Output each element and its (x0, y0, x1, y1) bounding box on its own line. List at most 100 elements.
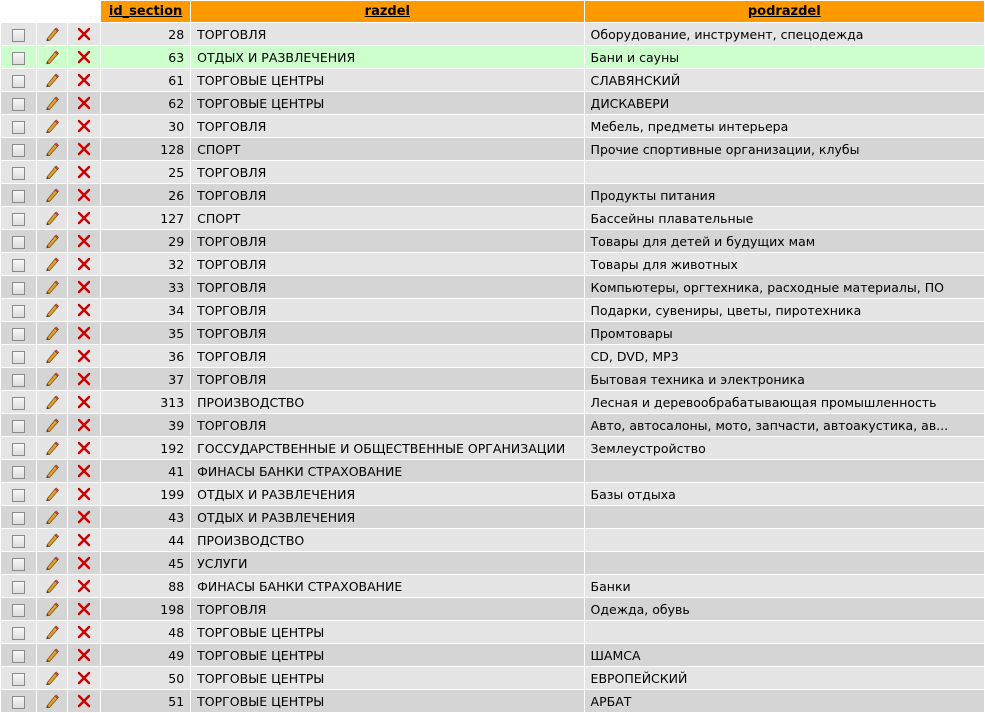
pencil-icon[interactable] (44, 394, 60, 410)
row-select-cell[interactable] (1, 529, 37, 551)
row-checkbox[interactable] (12, 281, 26, 295)
delete-x-icon[interactable] (76, 463, 92, 479)
delete-x-icon[interactable] (76, 26, 92, 42)
sort-link-id-section[interactable]: id_section (109, 4, 182, 19)
row-delete-cell[interactable] (68, 184, 101, 206)
row-select-cell[interactable] (1, 414, 37, 436)
row-delete-cell[interactable] (68, 552, 101, 574)
row-select-cell[interactable] (1, 368, 37, 390)
row-checkbox[interactable] (12, 304, 26, 318)
row-checkbox[interactable] (12, 511, 26, 525)
pencil-icon[interactable] (44, 670, 60, 686)
row-delete-cell[interactable] (68, 276, 101, 298)
row-delete-cell[interactable] (68, 368, 101, 390)
row-select-cell[interactable] (1, 621, 37, 643)
delete-x-icon[interactable] (76, 394, 92, 410)
delete-x-icon[interactable] (76, 624, 92, 640)
delete-x-icon[interactable] (76, 509, 92, 525)
delete-x-icon[interactable] (76, 187, 92, 203)
pencil-icon[interactable] (44, 348, 60, 364)
row-checkbox[interactable] (12, 212, 26, 226)
pencil-icon[interactable] (44, 95, 60, 111)
row-select-cell[interactable] (1, 644, 37, 666)
row-delete-cell[interactable] (68, 483, 101, 505)
row-delete-cell[interactable] (68, 598, 101, 620)
delete-x-icon[interactable] (76, 417, 92, 433)
row-edit-cell[interactable] (37, 46, 68, 68)
delete-x-icon[interactable] (76, 279, 92, 295)
pencil-icon[interactable] (44, 118, 60, 134)
row-delete-cell[interactable] (68, 161, 101, 183)
row-checkbox[interactable] (12, 120, 26, 134)
row-checkbox[interactable] (12, 488, 26, 502)
row-edit-cell[interactable] (37, 391, 68, 413)
row-edit-cell[interactable] (37, 253, 68, 275)
row-checkbox[interactable] (12, 672, 26, 686)
row-delete-cell[interactable] (68, 207, 101, 229)
row-select-cell[interactable] (1, 460, 37, 482)
row-delete-cell[interactable] (68, 621, 101, 643)
row-delete-cell[interactable] (68, 667, 101, 689)
row-edit-cell[interactable] (37, 575, 68, 597)
delete-x-icon[interactable] (76, 164, 92, 180)
column-header-id-section[interactable]: id_section (101, 1, 191, 22)
delete-x-icon[interactable] (76, 693, 92, 709)
row-select-cell[interactable] (1, 46, 37, 68)
row-delete-cell[interactable] (68, 690, 101, 712)
row-checkbox[interactable] (12, 396, 26, 410)
row-select-cell[interactable] (1, 506, 37, 528)
pencil-icon[interactable] (44, 371, 60, 387)
row-checkbox[interactable] (12, 51, 26, 65)
row-checkbox[interactable] (12, 442, 26, 456)
row-checkbox[interactable] (12, 235, 26, 249)
delete-x-icon[interactable] (76, 348, 92, 364)
row-checkbox[interactable] (12, 649, 26, 663)
delete-x-icon[interactable] (76, 578, 92, 594)
pencil-icon[interactable] (44, 509, 60, 525)
row-checkbox[interactable] (12, 695, 26, 709)
delete-x-icon[interactable] (76, 302, 92, 318)
row-checkbox[interactable] (12, 557, 26, 571)
row-delete-cell[interactable] (68, 23, 101, 45)
delete-x-icon[interactable] (76, 118, 92, 134)
delete-x-icon[interactable] (76, 233, 92, 249)
delete-x-icon[interactable] (76, 325, 92, 341)
row-delete-cell[interactable] (68, 69, 101, 91)
row-delete-cell[interactable] (68, 115, 101, 137)
row-select-cell[interactable] (1, 253, 37, 275)
row-select-cell[interactable] (1, 69, 37, 91)
pencil-icon[interactable] (44, 601, 60, 617)
pencil-icon[interactable] (44, 164, 60, 180)
row-delete-cell[interactable] (68, 644, 101, 666)
row-delete-cell[interactable] (68, 391, 101, 413)
row-select-cell[interactable] (1, 391, 37, 413)
pencil-icon[interactable] (44, 26, 60, 42)
row-delete-cell[interactable] (68, 322, 101, 344)
row-select-cell[interactable] (1, 276, 37, 298)
row-edit-cell[interactable] (37, 207, 68, 229)
row-edit-cell[interactable] (37, 345, 68, 367)
row-select-cell[interactable] (1, 345, 37, 367)
column-header-razdel[interactable]: razdel (191, 1, 584, 22)
row-select-cell[interactable] (1, 138, 37, 160)
pencil-icon[interactable] (44, 693, 60, 709)
row-edit-cell[interactable] (37, 322, 68, 344)
row-edit-cell[interactable] (37, 115, 68, 137)
row-checkbox[interactable] (12, 373, 26, 387)
row-checkbox[interactable] (12, 327, 26, 341)
row-edit-cell[interactable] (37, 276, 68, 298)
sort-link-razdel[interactable]: razdel (365, 4, 410, 19)
row-select-cell[interactable] (1, 92, 37, 114)
column-header-podrazdel[interactable]: podrazdel (584, 1, 984, 22)
row-delete-cell[interactable] (68, 138, 101, 160)
row-edit-cell[interactable] (37, 506, 68, 528)
row-checkbox[interactable] (12, 580, 26, 594)
row-checkbox[interactable] (12, 74, 26, 88)
row-delete-cell[interactable] (68, 92, 101, 114)
row-edit-cell[interactable] (37, 69, 68, 91)
delete-x-icon[interactable] (76, 486, 92, 502)
delete-x-icon[interactable] (76, 532, 92, 548)
pencil-icon[interactable] (44, 49, 60, 65)
delete-x-icon[interactable] (76, 647, 92, 663)
pencil-icon[interactable] (44, 141, 60, 157)
